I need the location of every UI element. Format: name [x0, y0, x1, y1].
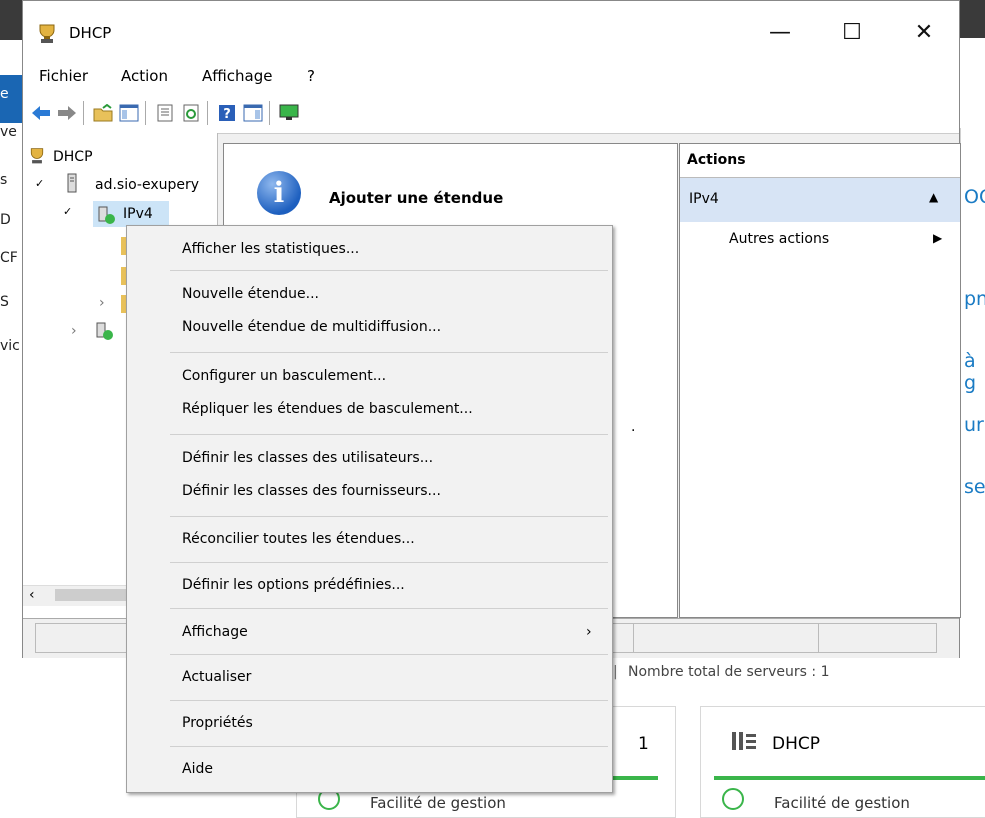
title-bar	[23, 1, 959, 59]
add-scope-title: Ajouter une étendue	[329, 189, 504, 207]
submenu-arrow-icon: ›	[586, 624, 592, 640]
bg-right-fragment: OO	[964, 186, 985, 208]
menu-separator	[170, 608, 608, 609]
actions-section-label: IPv4	[689, 191, 719, 207]
close-button[interactable]: ✕	[901, 13, 947, 53]
menu-separator	[170, 562, 608, 563]
actions-section-ipv4[interactable]	[680, 178, 960, 222]
more-actions-item[interactable]: Autres actions	[729, 231, 829, 247]
menu-separator	[170, 352, 608, 353]
ipv4-icon	[97, 205, 117, 229]
up-folder-icon[interactable]	[93, 103, 113, 122]
menu-item-view[interactable]: Affichage	[182, 624, 248, 640]
toolbar-separator	[145, 101, 146, 125]
tile-status-bar	[714, 776, 985, 780]
status-divider	[633, 623, 634, 653]
bg-left-fragment[interactable]: vic	[0, 338, 20, 354]
show-action-pane-icon[interactable]	[243, 104, 263, 122]
menu-help[interactable]: ?	[307, 67, 315, 85]
menu-item-properties[interactable]: Propriétés	[182, 715, 253, 731]
ok-status-icon	[722, 788, 744, 810]
collapse-up-icon[interactable]: ▲	[929, 190, 938, 204]
bg-right-fragment: à g	[964, 350, 977, 394]
servers-separator: |	[613, 664, 618, 680]
dhcp-app-icon	[35, 23, 59, 49]
menu-fichier[interactable]: Fichier	[39, 67, 88, 85]
help-icon[interactable]: ?	[217, 104, 235, 122]
menu-item-refresh[interactable]: Actualiser	[182, 669, 251, 685]
background-right-header	[960, 0, 985, 38]
minimize-button[interactable]: —	[757, 13, 803, 53]
toolbar-separator	[269, 101, 270, 125]
bg-left-fragment[interactable]: S	[0, 294, 9, 310]
scroll-left-icon[interactable]: ‹	[29, 585, 35, 605]
tile-count: 1	[638, 734, 649, 754]
tree-ipv4-node[interactable]: IPv4	[123, 206, 153, 222]
back-arrow-icon[interactable]	[31, 104, 50, 122]
menu-item-define-user-classes[interactable]: Définir les classes des utilisateurs...	[182, 450, 433, 466]
tile-status-text[interactable]: Facilité de gestion	[774, 794, 910, 812]
properties-icon[interactable]	[155, 104, 173, 122]
menu-item-reconcile-all-scopes[interactable]: Réconcilier toutes les étendues...	[182, 531, 415, 547]
bg-left-fragment: ve	[0, 124, 17, 140]
menu-separator	[170, 434, 608, 435]
server-icon	[67, 173, 77, 197]
context-menu	[126, 225, 613, 793]
svg-text:?: ?	[223, 107, 231, 122]
menu-item-new-multicast-scope[interactable]: Nouvelle étendue de multidiffusion...	[182, 319, 441, 335]
bg-right-fragment: pnd	[964, 288, 985, 310]
menu-item-set-predefined-options[interactable]: Définir les options prédéfinies...	[182, 577, 405, 593]
toolbar-separator	[207, 101, 208, 125]
maximize-button[interactable]: ☐	[829, 13, 875, 53]
menu-separator	[170, 700, 608, 701]
menu-affichage[interactable]: Affichage	[202, 67, 272, 85]
status-divider	[818, 623, 819, 653]
window-title: DHCP	[69, 24, 112, 42]
server-role-icon	[730, 730, 760, 758]
tree-server-node[interactable]: ad.sio-exupery	[95, 177, 199, 193]
menu-separator	[170, 516, 608, 517]
bg-left-fragment: e	[0, 86, 9, 102]
bg-left-fragment[interactable]: D	[0, 212, 11, 228]
dhcp-root-icon	[27, 147, 47, 169]
chevron-down-icon[interactable]: ✓	[63, 205, 72, 218]
info-icon: i	[257, 171, 301, 215]
monitor-icon[interactable]	[279, 104, 299, 122]
menu-item-replicate-failover-scopes[interactable]: Répliquer les étendues de basculement...	[182, 401, 473, 417]
bg-right-fragment: se	[964, 476, 985, 498]
tile-status-text[interactable]: Facilité de gestion	[370, 794, 506, 812]
menu-separator	[170, 654, 608, 655]
toolbar-separator	[83, 101, 84, 125]
submenu-arrow-icon: ▶	[933, 231, 943, 245]
menu-item-configure-failover[interactable]: Configurer un basculement...	[182, 368, 386, 384]
chevron-down-icon[interactable]: ✓	[35, 177, 44, 190]
forward-arrow-icon[interactable]	[57, 104, 76, 122]
chevron-right-icon[interactable]: ›	[71, 323, 77, 339]
menu-item-help[interactable]: Aide	[182, 761, 213, 777]
menu-item-define-vendor-classes[interactable]: Définir les classes des fournisseurs...	[182, 483, 441, 499]
tile-title: DHCP	[772, 734, 820, 754]
bg-right-fragment: ur	[964, 414, 984, 436]
bg-left-fragment[interactable]: CF	[0, 250, 18, 266]
center-text-fragment: .	[631, 419, 636, 435]
ipv6-icon	[95, 321, 115, 345]
chevron-right-icon[interactable]: ›	[99, 295, 105, 311]
menu-separator	[170, 270, 608, 271]
show-tree-icon[interactable]	[119, 104, 139, 122]
menu-action[interactable]: Action	[121, 67, 168, 85]
background-left-header	[0, 0, 22, 40]
menu-item-show-statistics[interactable]: Afficher les statistiques...	[182, 241, 359, 257]
menu-item-new-scope[interactable]: Nouvelle étendue...	[182, 286, 319, 302]
servers-total-label: Nombre total de serveurs : 1	[628, 664, 830, 680]
refresh-icon[interactable]	[181, 104, 199, 122]
bg-left-fragment[interactable]: s	[0, 172, 7, 188]
tree-root-dhcp[interactable]: DHCP	[53, 149, 93, 165]
menu-separator	[170, 746, 608, 747]
actions-title: Actions	[687, 152, 746, 168]
